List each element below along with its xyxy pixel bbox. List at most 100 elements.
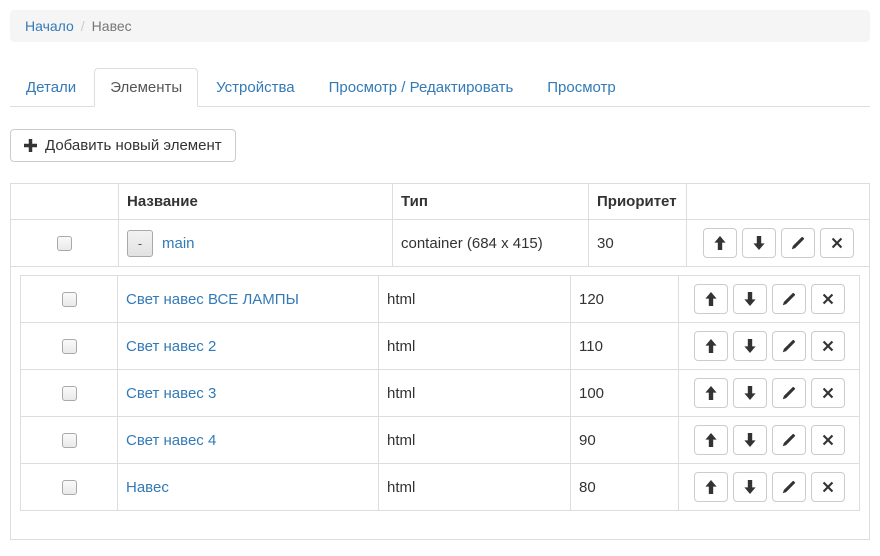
arrow-down-icon [744,480,756,494]
delete-button[interactable] [811,378,845,408]
move-down-button[interactable] [742,228,776,258]
delete-button[interactable] [811,331,845,361]
arrow-up-icon [705,433,717,447]
move-down-button[interactable] [733,425,767,455]
element-type: html [379,370,571,417]
move-up-button[interactable] [694,472,728,502]
arrow-down-icon [744,386,756,400]
row-checkbox[interactable] [62,433,77,448]
page: Начало / Навес Детали Элементы Устройств… [0,0,880,540]
arrow-down-icon [744,433,756,447]
element-link[interactable]: Свет навес 3 [126,385,216,402]
edit-button[interactable] [772,425,806,455]
pencil-icon [782,480,796,494]
row-actions [687,331,851,361]
breadcrumb: Начало / Навес [10,10,870,42]
move-down-button[interactable] [733,472,767,502]
element-priority: 80 [571,464,679,511]
move-down-button[interactable] [733,331,767,361]
table-header-row: Название Тип Приоритет [11,184,870,220]
header-priority: Приоритет [589,184,687,220]
element-priority: 110 [571,323,679,370]
pencil-icon [782,433,796,447]
move-up-button[interactable] [694,425,728,455]
arrow-up-icon [705,339,717,353]
header-checkbox-column [11,184,119,220]
breadcrumb-current: Навес [92,18,132,34]
move-up-button[interactable] [694,331,728,361]
move-up-button[interactable] [694,378,728,408]
row-actions [687,425,851,455]
delete-button[interactable] [820,228,854,258]
row-checkbox[interactable] [62,339,77,354]
table-row: Навес html 80 [21,464,860,511]
element-priority: 120 [571,276,679,323]
tab-elements[interactable]: Элементы [94,68,198,107]
row-actions [687,472,851,502]
element-link[interactable]: Навес [126,479,169,496]
arrow-down-icon [753,236,765,250]
delete-button[interactable] [811,425,845,455]
arrow-down-icon [744,339,756,353]
element-type: html [379,323,571,370]
remove-icon [822,434,834,446]
pencil-icon [782,292,796,306]
table-row: Свет навес 3 html 100 [21,370,860,417]
move-down-button[interactable] [733,284,767,314]
row-checkbox[interactable] [62,386,77,401]
remove-icon [822,340,834,352]
row-actions [687,378,851,408]
edit-button[interactable] [781,228,815,258]
nested-table-row: Свет навес ВСЕ ЛАМПЫ html 120 [11,267,870,540]
header-actions-column [687,184,870,220]
header-name: Название [119,184,393,220]
remove-icon [831,237,843,249]
child-elements-table: Свет навес ВСЕ ЛАМПЫ html 120 [20,275,860,511]
table-row: Свет навес 4 html 90 [21,417,860,464]
move-down-button[interactable] [733,378,767,408]
tab-view-edit[interactable]: Просмотр / Редактировать [313,68,530,107]
row-checkbox[interactable] [62,292,77,307]
row-checkbox[interactable] [57,236,72,251]
remove-icon [822,387,834,399]
element-priority: 100 [571,370,679,417]
plus-icon [24,139,37,152]
tab-view[interactable]: Просмотр [531,68,632,107]
tab-bar: Детали Элементы Устройства Просмотр / Ре… [10,68,870,107]
elements-table: Название Тип Приоритет - main container … [10,183,870,540]
add-element-button[interactable]: Добавить новый элемент [10,129,236,162]
edit-button[interactable] [772,378,806,408]
table-row: Свет навес ВСЕ ЛАМПЫ html 120 [21,276,860,323]
edit-button[interactable] [772,284,806,314]
table-row: Свет навес 2 html 110 [21,323,860,370]
move-up-button[interactable] [694,284,728,314]
pencil-icon [782,339,796,353]
arrow-up-icon [705,386,717,400]
tab-devices[interactable]: Устройства [200,68,310,107]
tab-details[interactable]: Детали [10,68,92,107]
breadcrumb-home-link[interactable]: Начало [25,18,74,34]
edit-button[interactable] [772,331,806,361]
element-link[interactable]: Свет навес 4 [126,432,216,449]
element-link[interactable]: Свет навес ВСЕ ЛАМПЫ [126,291,299,308]
arrow-down-icon [744,292,756,306]
arrow-up-icon [705,292,717,306]
element-type: html [379,417,571,464]
element-link[interactable]: Свет навес 2 [126,338,216,355]
row-checkbox[interactable] [62,480,77,495]
edit-button[interactable] [772,472,806,502]
breadcrumb-separator: / [74,18,92,34]
arrow-up-icon [705,480,717,494]
element-type: container (684 x 415) [393,220,589,267]
header-type: Тип [393,184,589,220]
delete-button[interactable] [811,284,845,314]
element-link-main[interactable]: main [162,235,195,252]
element-priority: 30 [589,220,687,267]
collapse-button[interactable]: - [127,230,153,257]
element-type: html [379,276,571,323]
move-up-button[interactable] [703,228,737,258]
row-actions [687,284,851,314]
delete-button[interactable] [811,472,845,502]
remove-icon [822,481,834,493]
add-element-button-label: Добавить новый элемент [45,137,222,154]
